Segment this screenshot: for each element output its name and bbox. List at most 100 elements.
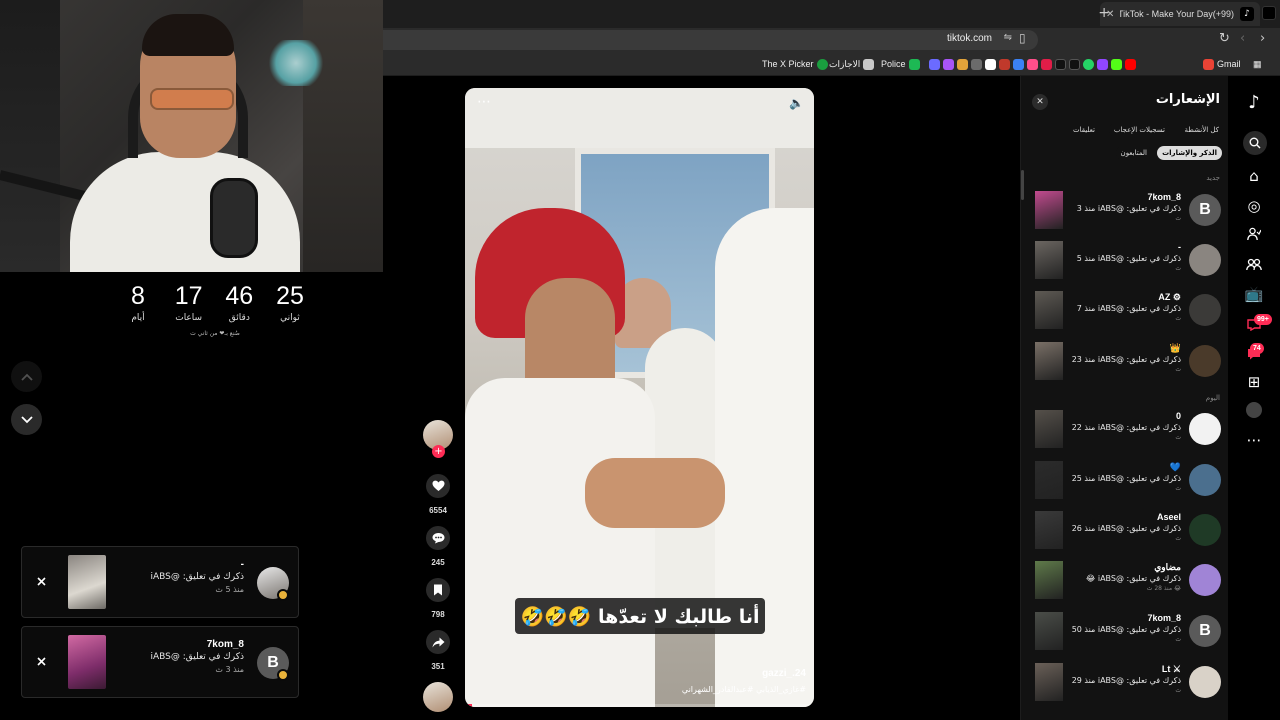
notification-video-thumbnail[interactable] — [1035, 612, 1063, 650]
forward-icon[interactable]: › — [1260, 31, 1265, 46]
notification-item[interactable]: AZ ⚙ ذكرك في تعليق: @iABS منذ 7 ث — [1021, 288, 1229, 332]
bookmark-icon[interactable]: ▯ — [1019, 31, 1026, 45]
notification-video-thumbnail[interactable] — [1035, 191, 1063, 229]
notifications-close-button[interactable]: ✕ — [1032, 94, 1048, 110]
more-menu-icon[interactable]: ⋯ — [1242, 428, 1266, 452]
notification-video-thumbnail[interactable] — [1035, 561, 1063, 599]
notification-video-thumbnail[interactable] — [1035, 461, 1063, 499]
video-progress-bar[interactable] — [465, 704, 814, 707]
video-more-icon[interactable]: ⋯ — [477, 94, 492, 110]
video-caption: أنا طالبك لا تعدّها 🤣🤣🤣 — [515, 598, 765, 634]
reload-icon[interactable]: ↻ — [1219, 31, 1230, 46]
notification-username: 7kom_8 — [1147, 192, 1181, 202]
upload-icon[interactable]: ⊞ — [1242, 370, 1266, 394]
home-icon[interactable]: ⌂ — [1242, 164, 1266, 188]
like-button[interactable] — [426, 474, 450, 498]
close-icon — [36, 656, 46, 666]
mention-toast[interactable]: - ذكرك في تعليق: @iABS منذ 5 ث — [21, 546, 299, 618]
notification-video-thumbnail[interactable] — [1035, 342, 1063, 380]
notification-avatar[interactable] — [1189, 464, 1221, 496]
video-hashtags[interactable]: #غازي_الذيابي #عبدالقادر_الشهراني — [682, 685, 806, 694]
url-text[interactable]: tiktok.com — [947, 33, 992, 44]
tab-likes[interactable]: تسجيلات الإعجاب — [1108, 123, 1170, 137]
address-bar[interactable]: tiktok.com ⇋ — [383, 30, 1038, 50]
notification-time: ث — [1175, 535, 1181, 542]
notification-username: 7kom_8 — [1147, 613, 1181, 623]
save-button[interactable] — [426, 578, 450, 602]
share-button[interactable] — [426, 630, 450, 654]
mention-toast[interactable]: 7kom_8 ذكرك في تعليق: @iABS منذ 3 ث B — [21, 626, 299, 698]
next-video-button[interactable] — [11, 404, 42, 435]
tab-mentions[interactable]: الذكر والإشارات — [1157, 146, 1222, 160]
tiktok-logo-icon[interactable]: ♪ — [1242, 90, 1266, 114]
video-player[interactable]: ⋯ 🔈 أنا طالبك لا تعدّها 🤣🤣🤣 gazzi_.24 #غ… — [465, 88, 814, 707]
explore-compass-icon[interactable]: ◎ — [1242, 194, 1266, 218]
notification-avatar[interactable]: B — [1189, 615, 1221, 647]
tiktok-page: ⋯ 🔈 أنا طالبك لا تعدّها 🤣🤣🤣 gazzi_.24 #غ… — [383, 76, 1280, 720]
new-tab-button[interactable]: + — [1098, 5, 1110, 21]
notification-video-thumbnail[interactable] — [1035, 291, 1063, 329]
back-icon[interactable]: ‹ — [1240, 31, 1245, 46]
previous-video-button[interactable] — [11, 361, 42, 392]
notification-video-thumbnail[interactable] — [1035, 663, 1063, 701]
notification-avatar[interactable] — [1189, 345, 1221, 377]
tab-followers[interactable]: المتابعون — [1115, 146, 1152, 160]
search-button[interactable] — [1243, 131, 1267, 155]
section-new-label: جديد — [1206, 174, 1220, 182]
notification-item[interactable]: 7kom_8 ذكرك في تعليق: @iABS منذ 50 ث B — [1021, 609, 1229, 653]
tab-comments[interactable]: تعليقات — [1067, 123, 1100, 137]
notification-item[interactable]: 💙 ذكرك في تعليق: @iABS منذ 25 ث — [1021, 458, 1229, 502]
bookmark-gmail[interactable]: Gmail — [1203, 57, 1241, 71]
video-author[interactable]: gazzi_.24 — [762, 668, 806, 679]
tiktok-extension-icon[interactable] — [1262, 6, 1276, 20]
bookmark-vacations[interactable]: الاجازات — [829, 57, 875, 71]
tab-all-activity[interactable]: كل الأنشطة — [1179, 123, 1224, 137]
notification-username: 💙 — [1169, 462, 1181, 472]
notification-avatar[interactable]: B — [1189, 194, 1221, 226]
following-icon[interactable] — [1242, 222, 1266, 246]
friends-icon[interactable] — [1242, 252, 1266, 276]
countdown-minutes: 46 دقائق — [225, 282, 254, 323]
notification-avatar[interactable] — [1189, 514, 1221, 546]
profile-avatar[interactable] — [1246, 402, 1262, 418]
comment-button[interactable] — [426, 526, 450, 550]
notification-video-thumbnail[interactable] — [1035, 241, 1063, 279]
notification-item[interactable]: 👑 ذكرك في تعليق: @iABS منذ 23 ث — [1021, 339, 1229, 383]
notification-item[interactable]: Lt ⚔ ذكرك في تعليق: @iABS منذ 29 ث — [1021, 660, 1229, 704]
notification-video-thumbnail[interactable] — [1035, 410, 1063, 448]
notification-avatar[interactable] — [1189, 666, 1221, 698]
bookmarks-more-icon[interactable]: ▦ — [1253, 57, 1262, 71]
sound-disc-icon[interactable] — [423, 682, 453, 712]
notification-avatar[interactable] — [1189, 413, 1221, 445]
bookmark-icons-row[interactable] — [929, 57, 1136, 71]
tiktok-nav-rail: ♪ ⌂ ◎ 📺 99+ 74 ⊞ ⋯ — [1228, 76, 1280, 720]
bookmark-police[interactable]: Police — [881, 57, 920, 71]
toast-close-button[interactable] — [32, 652, 50, 670]
inbox-badge: 99+ — [1254, 314, 1272, 325]
notification-item[interactable]: Aseel ذكرك في تعليق: @iABS منذ 26 ث — [1021, 508, 1229, 552]
notification-avatar[interactable] — [1189, 294, 1221, 326]
streamer — [70, 8, 300, 272]
notification-item[interactable]: مضاوي ذكرك في تعليق: @iABS 😂 😂 منذ 28 ث — [1021, 558, 1229, 602]
notification-video-thumbnail[interactable] — [1035, 511, 1063, 549]
site-settings-icon[interactable]: ⇋ — [1004, 32, 1012, 43]
messages-badge: 74 — [1250, 343, 1264, 354]
toast-close-button[interactable] — [32, 572, 50, 590]
bookmark-x-picker[interactable]: The X Picker — [762, 57, 828, 71]
notification-item[interactable]: - ذكرك في تعليق: @iABS منذ 5 ث — [1021, 238, 1229, 282]
live-tv-icon[interactable]: 📺 — [1242, 282, 1266, 306]
browser-tab-tiktok[interactable]: ♪ (99+)TikTok - Make Your Day ✕ — [1100, 2, 1260, 26]
notification-item[interactable]: 7kom_8 ذكرك في تعليق: @iABS منذ 3 ث B — [1021, 188, 1229, 232]
notification-time: ث — [1175, 265, 1181, 272]
notification-item[interactable]: 0 ذكرك في تعليق: @iABS منذ 22 ث — [1021, 407, 1229, 451]
notification-avatar[interactable] — [1189, 564, 1221, 596]
notification-time: ث — [1175, 315, 1181, 322]
follow-plus-icon[interactable]: + — [432, 445, 445, 458]
notification-username: مضاوي — [1154, 562, 1181, 572]
volume-icon[interactable]: 🔈 — [789, 96, 804, 110]
notification-avatar[interactable] — [1189, 244, 1221, 276]
toast-time: منذ 3 ث — [215, 665, 244, 674]
countdown-timer: 8 أيام 17 ساعات 46 دقائق 25 ثواني — [118, 282, 310, 324]
notification-message: ذكرك في تعليق: @iABS منذ 29 — [1071, 676, 1181, 685]
search-icon — [1249, 137, 1261, 149]
